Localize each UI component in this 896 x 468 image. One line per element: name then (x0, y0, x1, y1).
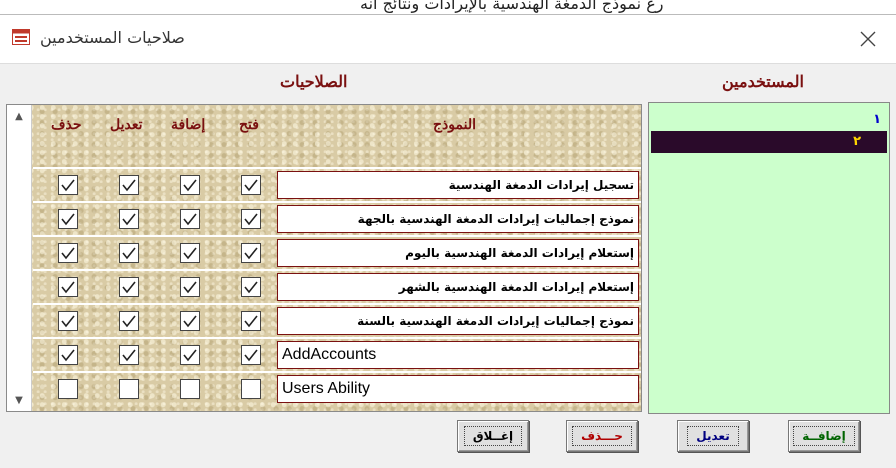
close-icon (860, 31, 876, 47)
checkmark-icon (183, 349, 197, 362)
checkmark-icon (61, 179, 75, 192)
form-name-field[interactable]: AddAccounts (277, 341, 639, 369)
column-open-header: فتح (239, 117, 259, 133)
form-name-field[interactable]: إستعلام إيرادات الدمغة الهندسية بالشهر (277, 273, 639, 301)
checkmark-icon (122, 213, 136, 226)
form-name-field[interactable]: إستعلام إيرادات الدمغة الهندسية باليوم (277, 239, 639, 267)
scroll-up-arrow-icon[interactable]: ▲ (7, 105, 31, 127)
title-bar: صلاحيات المستخدمين (0, 15, 896, 63)
edit-button[interactable]: تعديل (677, 420, 749, 452)
form-name-field[interactable]: نموذج إجماليات إيرادات الدمغة الهندسية ب… (277, 205, 639, 233)
checkbox-add[interactable] (180, 209, 200, 229)
checkbox-add[interactable] (180, 277, 200, 297)
form-name-field[interactable]: تسجيل إيرادات الدمغة الهندسية (277, 171, 639, 199)
checkmark-icon (61, 281, 75, 294)
add-button[interactable]: إضافــة (788, 420, 860, 452)
delete-button-label: حـــذف (572, 426, 632, 446)
checkbox-edit[interactable] (119, 277, 139, 297)
background-text: رع نموذج الدمغة الهندسية بالإيرادات ونتا… (360, 0, 664, 13)
background-window-strip: رع نموذج الدمغة الهندسية بالإيرادات ونتا… (0, 0, 896, 14)
checkbox-open[interactable] (241, 345, 261, 365)
users-heading: المستخدمين (722, 72, 804, 91)
checkmark-icon (61, 315, 75, 328)
checkmark-icon (183, 315, 197, 328)
checkmark-icon (183, 179, 197, 192)
checkbox-delete[interactable] (58, 345, 78, 365)
checkmark-icon (122, 315, 136, 328)
checkmark-icon (122, 179, 136, 192)
permission-row: AddAccounts (33, 337, 641, 371)
checkbox-delete[interactable] (58, 379, 78, 399)
form-name-field[interactable]: Users Ability (277, 375, 639, 403)
checkbox-edit[interactable] (119, 175, 139, 195)
close-button[interactable]: إغــلاق (457, 420, 529, 452)
checkmark-icon (244, 349, 258, 362)
checkmark-icon (183, 247, 197, 260)
checkmark-icon (122, 349, 136, 362)
checkbox-edit[interactable] (119, 311, 139, 331)
checkbox-open[interactable] (241, 311, 261, 331)
permission-row: تسجيل إيرادات الدمغة الهندسية (33, 167, 641, 201)
user-item[interactable]: ٢ (651, 131, 887, 153)
close-button-label: إغــلاق (463, 426, 523, 446)
user-item[interactable]: ١ (651, 109, 887, 131)
add-button-label: إضافــة (793, 426, 855, 446)
checkmark-icon (61, 349, 75, 362)
column-delete-header: حذف (51, 117, 82, 133)
checkmark-icon (244, 281, 258, 294)
permission-row: نموذج إجماليات إيرادات الدمغة الهندسية ب… (33, 303, 641, 337)
permissions-heading: الصلاحيات (280, 72, 348, 91)
checkbox-open[interactable] (241, 379, 261, 399)
permission-row: Users Ability (33, 371, 641, 405)
checkbox-add[interactable] (180, 243, 200, 263)
checkbox-edit[interactable] (119, 345, 139, 365)
checkmark-icon (183, 213, 197, 226)
checkbox-add[interactable] (180, 311, 200, 331)
checkbox-add[interactable] (180, 345, 200, 365)
checkmark-icon (122, 281, 136, 294)
users-list[interactable]: ١٢ (648, 102, 890, 414)
permissions-panel: ▲ ▼ حذف تعديل إضافة فتح النموذج تسجيل إي… (6, 104, 642, 412)
form-name-field[interactable]: نموذج إجماليات إيرادات الدمغة الهندسية ب… (277, 307, 639, 335)
checkbox-edit[interactable] (119, 209, 139, 229)
checkbox-delete[interactable] (58, 243, 78, 263)
column-add-header: إضافة (171, 117, 206, 133)
checkbox-delete[interactable] (58, 175, 78, 195)
checkbox-open[interactable] (241, 209, 261, 229)
checkbox-open[interactable] (241, 277, 261, 297)
permission-row: إستعلام إيرادات الدمغة الهندسية باليوم (33, 235, 641, 269)
permission-row: نموذج إجماليات إيرادات الدمغة الهندسية ب… (33, 201, 641, 235)
form-icon (12, 29, 30, 45)
checkmark-icon (244, 247, 258, 260)
column-edit-header: تعديل (110, 117, 143, 133)
close-window-button[interactable] (850, 23, 886, 55)
scroll-down-arrow-icon[interactable]: ▼ (7, 389, 31, 411)
window-title: صلاحيات المستخدمين (40, 28, 185, 47)
checkmark-icon (61, 213, 75, 226)
checkmark-icon (244, 179, 258, 192)
delete-button[interactable]: حـــذف (566, 420, 638, 452)
checkbox-edit[interactable] (119, 243, 139, 263)
permissions-dialog: صلاحيات المستخدمين الصلاحيات المستخدمين … (0, 14, 896, 468)
checkmark-icon (244, 315, 258, 328)
checkmark-icon (61, 247, 75, 260)
permissions-scrollbar[interactable]: ▲ ▼ (7, 105, 32, 411)
checkbox-add[interactable] (180, 379, 200, 399)
column-form-header: النموذج (433, 117, 476, 133)
checkmark-icon (122, 247, 136, 260)
checkbox-delete[interactable] (58, 277, 78, 297)
permission-row: إستعلام إيرادات الدمغة الهندسية بالشهر (33, 269, 641, 303)
checkmark-icon (244, 213, 258, 226)
edit-button-label: تعديل (687, 426, 739, 446)
checkbox-edit[interactable] (119, 379, 139, 399)
checkbox-open[interactable] (241, 175, 261, 195)
checkbox-open[interactable] (241, 243, 261, 263)
dialog-body: الصلاحيات المستخدمين ▲ ▼ حذف تعديل إضافة… (0, 63, 896, 468)
checkmark-icon (183, 281, 197, 294)
checkbox-delete[interactable] (58, 209, 78, 229)
checkbox-add[interactable] (180, 175, 200, 195)
checkbox-delete[interactable] (58, 311, 78, 331)
